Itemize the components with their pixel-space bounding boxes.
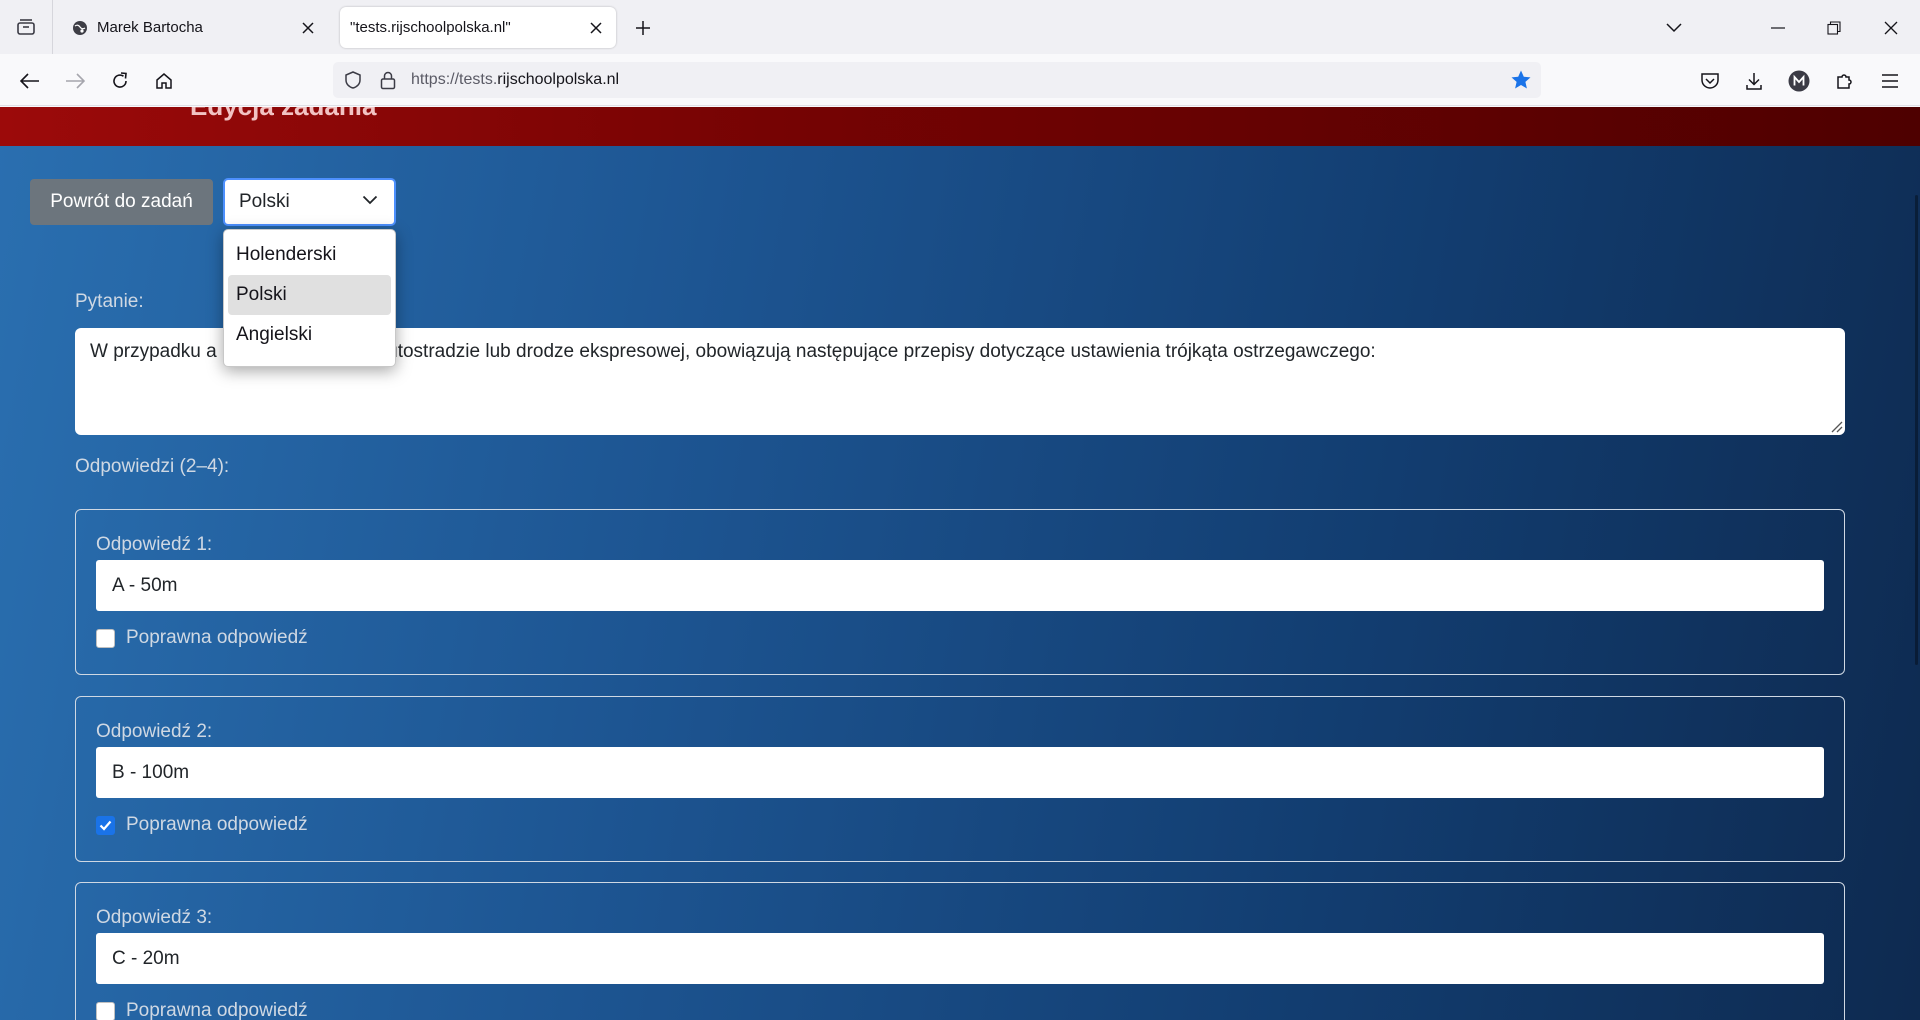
restore-icon [1827, 21, 1841, 35]
resize-grip-icon[interactable] [1829, 419, 1843, 433]
shield-icon[interactable] [343, 70, 363, 90]
page-scrollbar[interactable] [1915, 195, 1918, 665]
page-content: Edycja zadania Powrót do zadań Polski Py… [0, 107, 1920, 1020]
account-button[interactable] [1784, 66, 1814, 96]
app-menu-button[interactable] [1875, 66, 1905, 96]
page-header: Edycja zadania [0, 107, 1920, 146]
url-host: rijschoolpolska.nl [497, 71, 620, 88]
question-label: Pytanie: [75, 291, 144, 312]
correct-answer-row[interactable]: Poprawna odpowiedź [96, 627, 308, 649]
language-option-angielski[interactable]: Angielski [228, 315, 391, 355]
url-prefix: https://tests. [411, 71, 498, 88]
close-window-button[interactable] [1875, 12, 1907, 44]
answer-input[interactable]: C - 20m [96, 933, 1824, 984]
question-text-end: a autostradzie lub drodze ekspresowej, o… [360, 341, 1376, 362]
tab-title: "tests.rijschoolpolska.nl" [350, 19, 511, 36]
forward-nav-button[interactable] [60, 66, 90, 96]
puzzle-piece-icon [1837, 74, 1852, 89]
correct-answer-checkbox[interactable] [96, 1001, 115, 1020]
answer-card: Odpowiedź 3: C - 20m Poprawna odpowiedź [75, 882, 1845, 1020]
back-to-tasks-button[interactable]: Powrót do zadań [30, 179, 213, 225]
answers-label: Odpowiedzi (2–4): [75, 456, 230, 477]
new-tab-button[interactable] [630, 15, 656, 41]
tab-tests-rijschoolpolska[interactable]: "tests.rijschoolpolska.nl" [340, 7, 616, 48]
home-icon [156, 73, 172, 89]
correct-answer-label: Poprawna odpowiedź [126, 814, 308, 835]
tab-list-icon [17, 19, 35, 35]
correct-answer-row[interactable]: Poprawna odpowiedź [96, 1000, 308, 1020]
tab-overview-button[interactable] [0, 0, 53, 54]
language-option-polski[interactable]: Polski [228, 275, 391, 315]
close-icon [1884, 21, 1898, 35]
answer-label: Odpowiedź 1: [96, 534, 213, 555]
lock-icon[interactable] [379, 70, 397, 90]
extensions-button[interactable] [1830, 66, 1860, 96]
answer-label: Odpowiedź 3: [96, 907, 213, 928]
downloads-button[interactable] [1739, 66, 1769, 96]
list-all-tabs-button[interactable] [1658, 12, 1690, 44]
reload-button[interactable] [105, 66, 135, 96]
question-text-start: W przypadku a [90, 341, 217, 362]
correct-answer-label: Poprawna odpowiedź [126, 627, 308, 648]
answer-card: Odpowiedź 2: B - 100m Poprawna odpowiedź [75, 696, 1845, 862]
arrow-right-icon [66, 73, 85, 89]
checkmark-icon [99, 820, 112, 831]
answer-card: Odpowiedź 1: A - 50m Poprawna odpowiedź [75, 509, 1845, 675]
language-select[interactable]: Polski [223, 178, 396, 226]
url-text[interactable]: https://tests.rijschoolpolska.nl [411, 71, 619, 89]
arrow-left-icon [20, 73, 39, 89]
chevron-down-icon [1666, 23, 1682, 33]
pocket-button[interactable] [1695, 66, 1725, 96]
back-nav-button[interactable] [15, 66, 45, 96]
tab-title: Marek Bartocha [97, 19, 203, 36]
answer-input[interactable]: A - 50m [96, 560, 1824, 611]
answer-label: Odpowiedź 2: [96, 721, 213, 742]
tab-close-icon[interactable] [296, 16, 320, 40]
bookmark-star-icon[interactable] [1509, 68, 1533, 92]
tab-strip: Marek Bartocha "tests.rijschoolpolska.nl… [0, 0, 1920, 54]
answer-input[interactable]: B - 100m [96, 747, 1824, 798]
page-title: Edycja zadania [190, 107, 376, 122]
correct-answer-row[interactable]: Poprawna odpowiedź [96, 814, 308, 836]
correct-answer-checkbox[interactable] [96, 815, 115, 835]
language-dropdown-list: Holenderski Polski Angielski [223, 229, 396, 367]
tab-close-icon[interactable] [584, 16, 608, 40]
minimize-button[interactable] [1762, 12, 1794, 44]
home-button[interactable] [149, 66, 179, 96]
reload-icon [113, 72, 127, 88]
globe-favicon-icon [73, 20, 87, 35]
account-avatar-icon [1788, 70, 1810, 92]
download-icon [1746, 73, 1762, 90]
correct-answer-label: Poprawna odpowiedź [126, 1000, 308, 1020]
nav-toolbar: https://tests.rijschoolpolska.nl [0, 54, 1920, 106]
pocket-icon [1701, 73, 1719, 89]
hamburger-menu-icon [1882, 74, 1898, 88]
language-option-holenderski[interactable]: Holenderski [228, 235, 391, 275]
language-select-value: Polski [239, 191, 290, 212]
correct-answer-checkbox[interactable] [96, 628, 115, 648]
chevron-down-icon [362, 195, 378, 205]
tab-marek-bartocha[interactable]: Marek Bartocha [60, 7, 328, 48]
restore-button[interactable] [1818, 12, 1850, 44]
url-bar[interactable]: https://tests.rijschoolpolska.nl [333, 62, 1541, 98]
plus-icon [636, 21, 650, 35]
minimize-icon [1771, 27, 1785, 29]
